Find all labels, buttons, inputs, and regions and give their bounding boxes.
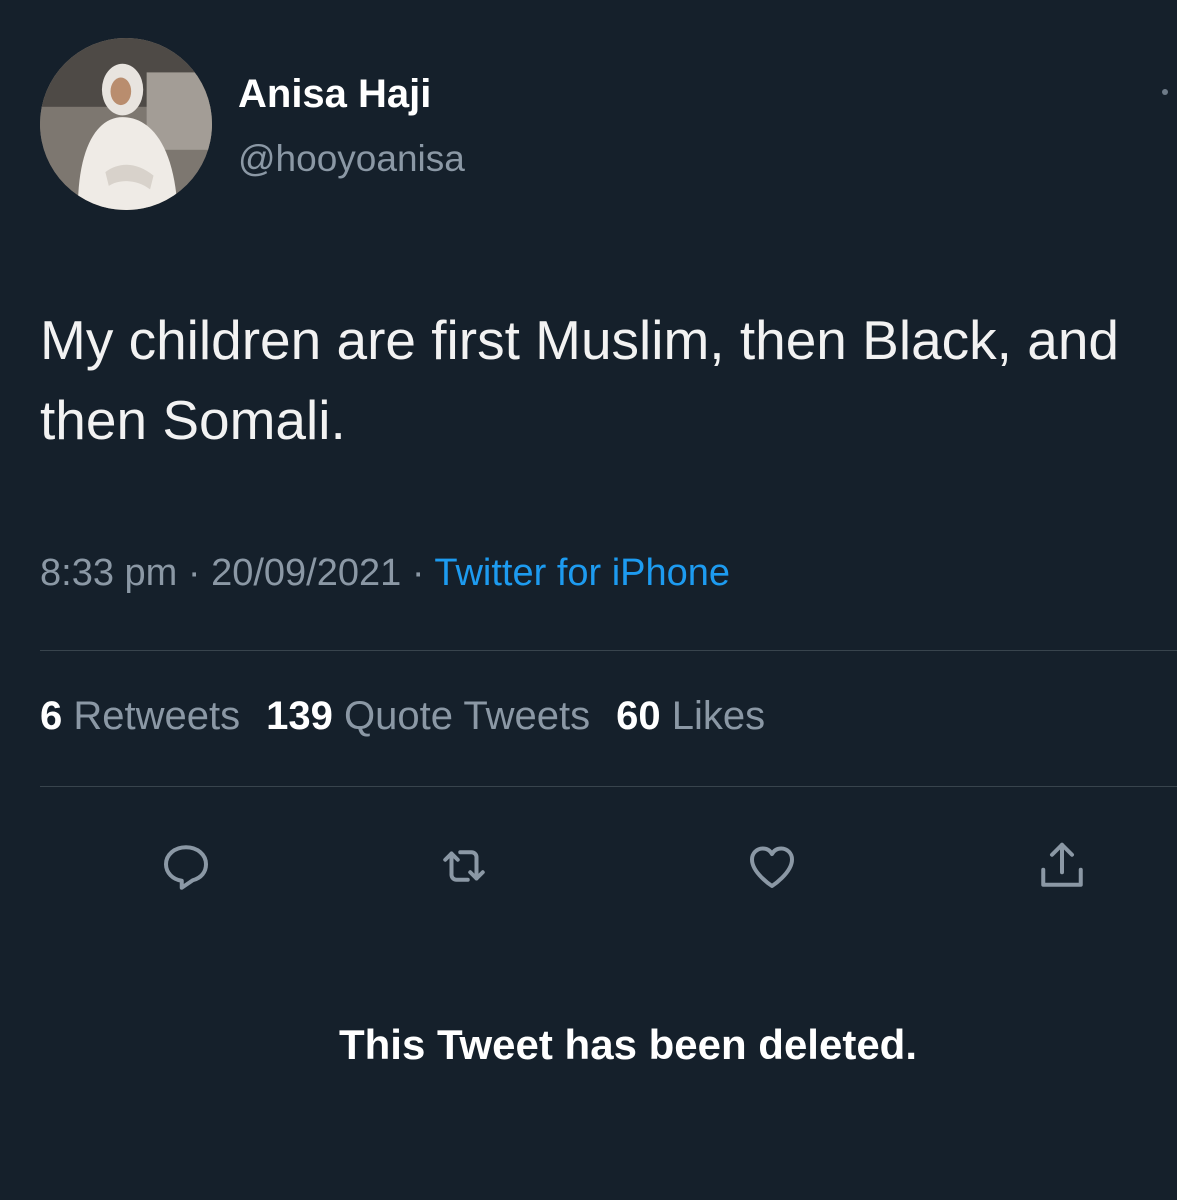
tweet-date[interactable]: 20/09/2021 — [211, 552, 401, 594]
quotes-count: 139 — [266, 694, 333, 738]
deleted-notice: This Tweet has been deleted. — [338, 1021, 918, 1068]
tweet-text: My children are first Muslim, then Black… — [40, 309, 1119, 451]
quotes-stat[interactable]: 139 Quote Tweets — [266, 694, 590, 738]
divider — [40, 650, 1177, 651]
retweet-icon — [443, 850, 485, 882]
reply-icon — [164, 845, 208, 890]
user-handle[interactable]: @hooyoanisa — [238, 138, 465, 180]
likes-count: 60 — [616, 694, 661, 738]
tweet-time[interactable]: 8:33 pm — [40, 552, 177, 594]
likes-label: Likes — [671, 694, 766, 738]
like-icon — [750, 846, 794, 888]
display-name[interactable]: Anisa Haji — [238, 72, 431, 117]
meta-separator: · — [411, 552, 425, 594]
retweets-count: 6 — [40, 694, 63, 738]
share-button[interactable] — [1032, 836, 1092, 896]
quotes-label: Quote Tweets — [344, 694, 591, 738]
meta-separator: · — [187, 552, 201, 594]
tweet-stats: 6 Retweets 139 Quote Tweets 60 Likes — [40, 694, 765, 739]
likes-stat[interactable]: 60 Likes — [616, 694, 765, 738]
more-options-icon[interactable] — [1162, 89, 1168, 95]
like-button[interactable] — [742, 836, 802, 896]
retweets-label: Retweets — [73, 694, 241, 738]
tweet-meta: 8:33 pm · 20/09/2021 · Twitter for iPhon… — [40, 552, 730, 595]
avatar[interactable] — [40, 38, 212, 210]
retweets-stat[interactable]: 6 Retweets — [40, 694, 240, 738]
reply-button[interactable] — [156, 836, 216, 896]
tweet-source-link[interactable]: Twitter for iPhone — [434, 552, 730, 594]
tweet-card: Anisa Haji @hooyoanisa My children are f… — [0, 0, 1177, 1200]
divider — [40, 786, 1177, 787]
retweet-button[interactable] — [434, 836, 494, 896]
share-icon — [1041, 842, 1083, 887]
